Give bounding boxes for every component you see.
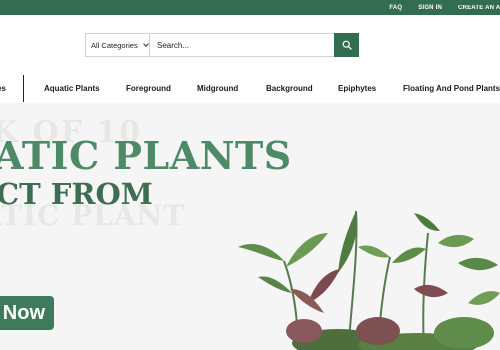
category-select[interactable]: All Categories — [86, 34, 150, 56]
aquatic-plants-image — [238, 210, 500, 350]
search-input[interactable] — [150, 34, 334, 56]
hero-subheadline: CT FROM — [0, 177, 153, 211]
nav-divider — [23, 75, 24, 102]
nav-item-floating-and-pond-plants[interactable]: Floating And Pond Plants — [403, 75, 500, 103]
search-button[interactable] — [334, 33, 359, 57]
nav-item-foreground[interactable]: Foreground — [126, 75, 171, 103]
nav-item-background[interactable]: Background — [266, 75, 313, 103]
create-account-link[interactable]: CREATE AN ACC — [458, 5, 500, 11]
hero-banner: K OF 10 ATIC PLANT ATIC PLANTS CT FROM N… — [0, 103, 500, 350]
shop-now-label: Now — [2, 301, 45, 324]
account-links: FAQ SIGN IN CREATE AN ACC — [389, 0, 500, 15]
faq-link[interactable]: FAQ — [389, 5, 402, 11]
category-nav: es Aquatic Plants Foreground Midground B… — [0, 75, 500, 103]
top-bar: FAQ SIGN IN CREATE AN ACC — [0, 0, 500, 15]
chevron-down-icon — [142, 41, 149, 47]
shop-now-button[interactable]: Now — [0, 296, 54, 330]
sign-in-link[interactable]: SIGN IN — [418, 5, 442, 11]
search-bar: All Categories — [85, 33, 359, 57]
nav-item-midground[interactable]: Midground — [197, 75, 238, 103]
search-icon — [342, 40, 352, 50]
nav-item-aquatic-plants[interactable]: Aquatic Plants — [44, 75, 100, 103]
hero-headline: ATIC PLANTS — [0, 133, 292, 178]
nav-item-epiphytes[interactable]: Epiphytes — [338, 75, 376, 103]
nav-item-partial[interactable]: es — [0, 75, 6, 103]
category-select-label: All Categories — [91, 40, 138, 50]
